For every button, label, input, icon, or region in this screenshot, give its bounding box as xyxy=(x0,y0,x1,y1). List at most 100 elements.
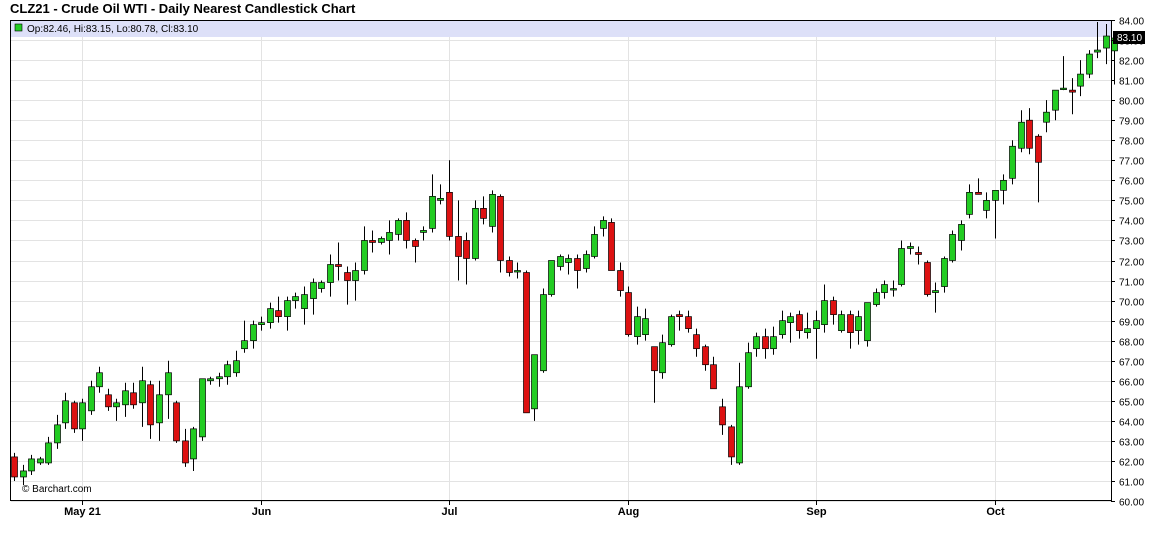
candle-body-down xyxy=(412,240,419,247)
info-bar-swatch xyxy=(14,23,23,32)
candle-body-down xyxy=(574,258,581,271)
candle-body-up xyxy=(966,192,973,215)
candle-body-up xyxy=(821,300,828,325)
candle-body-down xyxy=(182,440,189,464)
candle-body-up xyxy=(890,288,897,291)
candle-body-up xyxy=(531,354,538,410)
candle-body-down xyxy=(506,260,513,273)
candle-body-up xyxy=(787,316,794,323)
candlestick-chart: Op:82.46, Hi:83.15, Lo:80.78, Cl:83.10 6… xyxy=(10,17,1145,518)
candle-body-up xyxy=(472,208,479,259)
candle-body-up xyxy=(199,378,206,438)
candle-body-up xyxy=(745,352,752,388)
candle-body-up xyxy=(1000,179,1007,191)
y-tick-label: 71.00 xyxy=(1119,278,1144,289)
candle-body-up xyxy=(1043,111,1050,123)
y-tick-label: 74.00 xyxy=(1119,217,1144,228)
candle-body-up xyxy=(429,196,436,229)
candle-body-up xyxy=(292,296,299,301)
candle xyxy=(71,400,78,433)
candle-body-up xyxy=(378,238,385,243)
candle-body-up xyxy=(88,386,95,412)
last-price-label: 83.10 xyxy=(1117,33,1142,44)
candle-body-down xyxy=(625,292,632,336)
candle-body-up xyxy=(96,372,103,388)
y-tick-label: 82.00 xyxy=(1119,57,1144,68)
candle xyxy=(497,194,504,273)
candle-body-up xyxy=(190,428,197,460)
y-tick-label: 69.00 xyxy=(1119,318,1144,329)
candle-body-down xyxy=(685,316,692,329)
candle-body-down xyxy=(71,402,78,430)
candle-body-up xyxy=(1094,49,1101,53)
candle-body-up xyxy=(241,340,248,350)
candle-body-down xyxy=(676,314,683,317)
candle-body-up xyxy=(301,294,308,309)
candle-body-up xyxy=(983,200,990,211)
candle-body-up xyxy=(156,394,163,424)
candle-body-up xyxy=(1077,73,1084,87)
candle-body-up xyxy=(753,336,760,350)
candle-body-up xyxy=(224,364,231,378)
candle-body-down xyxy=(1026,119,1033,149)
candle-body-up xyxy=(318,282,325,289)
candle-body-down xyxy=(1035,135,1042,163)
candle-body-down xyxy=(11,456,18,478)
candle-body-up xyxy=(540,294,547,372)
candle-body-down xyxy=(455,236,462,257)
y-axis: 60.00 61.00 62.00 63.00 64.00 65.00 66.00 67.00… xyxy=(1111,17,1144,509)
candle-body-down xyxy=(344,272,351,281)
y-tick-label: 75.00 xyxy=(1119,197,1144,208)
candle-body-up xyxy=(591,234,598,257)
candle-body-up xyxy=(284,300,291,317)
candle xyxy=(173,400,180,443)
candle xyxy=(625,286,632,337)
candle-body-up xyxy=(668,316,675,346)
candle-body-down xyxy=(480,208,487,219)
candle-body-up xyxy=(932,290,939,293)
candle xyxy=(1009,140,1016,185)
candle-body-up xyxy=(1086,53,1093,75)
candle-body-up xyxy=(1103,35,1110,49)
candle-body-down xyxy=(702,346,709,366)
candle-body-down xyxy=(523,272,530,414)
y-tick-label: 65.00 xyxy=(1119,398,1144,409)
candle-body-up xyxy=(804,328,811,333)
x-tick-label: May 21 xyxy=(64,506,101,518)
x-tick-label: Jul xyxy=(442,506,458,518)
candle-body-up xyxy=(233,360,240,374)
candle-body-up xyxy=(207,378,214,382)
candle-body-up xyxy=(813,320,820,329)
candle-body-up xyxy=(20,470,27,478)
y-tick-label: 66.00 xyxy=(1119,378,1144,389)
candle-body-down xyxy=(446,192,453,237)
candle-body-up xyxy=(1018,121,1025,149)
candle-body-up xyxy=(864,302,871,342)
y-tick-label: 79.00 xyxy=(1119,117,1144,128)
candle-body-up xyxy=(327,264,334,283)
candle-body-down xyxy=(275,310,282,317)
candle-body-up xyxy=(949,234,956,261)
y-tick-label: 73.00 xyxy=(1119,237,1144,248)
candle xyxy=(523,270,530,414)
y-tick-label: 78.00 xyxy=(1119,137,1144,148)
candle-body-up xyxy=(958,224,965,241)
candle-body-up xyxy=(1052,89,1059,111)
candle-body-up xyxy=(62,400,69,424)
candle-body-up xyxy=(395,220,402,235)
candle-body-up xyxy=(165,372,172,396)
candle-body-down xyxy=(463,240,470,259)
candle-body-up xyxy=(54,424,61,444)
candle-body-up xyxy=(583,254,590,269)
candle-body-up xyxy=(855,316,862,331)
candle-body-up xyxy=(992,190,999,201)
candle-body-up xyxy=(386,232,393,241)
candle-body-up xyxy=(361,240,368,271)
candle-body-up xyxy=(548,260,555,295)
candle-body-down xyxy=(796,314,803,331)
candle-body-up xyxy=(420,230,427,233)
candle-body-up xyxy=(437,198,444,201)
candle-body-up xyxy=(600,220,607,229)
candle-body-up xyxy=(779,320,786,336)
candle xyxy=(608,218,615,271)
